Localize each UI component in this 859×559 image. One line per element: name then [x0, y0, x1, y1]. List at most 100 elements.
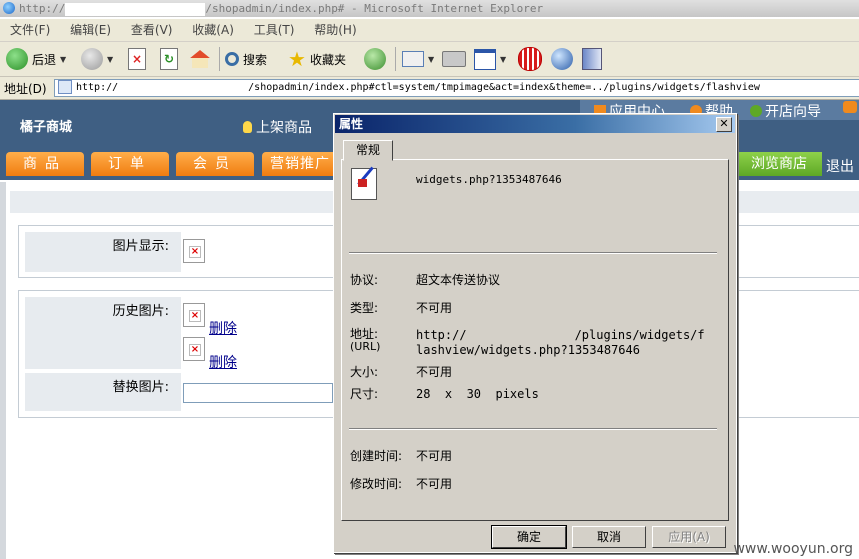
address-input[interactable]: http:// /shopadmin/index.php#ctl=system/t… — [54, 79, 859, 97]
toolbar: 后退 ▼ ▼ × ↻ 搜索 ★ 收藏夹 ▼ ▼ — [0, 42, 859, 77]
created-value: 不可用 — [416, 449, 453, 463]
favorites-label: 收藏夹 — [309, 52, 346, 67]
store-wizard-label: 开店向导 — [765, 104, 821, 120]
menu-file[interactable]: 文件(F) — [10, 19, 50, 41]
address-url-line1: http:// /plugins/widgets/f — [416, 328, 705, 342]
apply-button[interactable]: 应用(A) — [652, 526, 726, 548]
title-url-prefix: http:// — [19, 2, 66, 15]
properties-dialog: 属性 ✕ 常规 widgets.php?1353487646 协议: 超文本传送… — [333, 113, 737, 553]
refresh-icon: ↻ — [160, 48, 178, 70]
broken-image-icon: × — [189, 344, 201, 356]
message-icon — [843, 101, 857, 113]
message-link[interactable] — [843, 101, 857, 113]
forward-dropdown-icon[interactable]: ▼ — [107, 55, 113, 64]
print-button[interactable] — [442, 45, 466, 73]
nav-tab-marketing[interactable]: 营销推广 — [262, 152, 338, 176]
menu-tools[interactable]: 工具(T) — [254, 19, 295, 41]
replace-label-cell: 替换图片: — [25, 373, 181, 411]
nav-tab-orders[interactable]: 订单 — [91, 152, 169, 176]
browse-store-button[interactable]: 浏览商店 — [736, 152, 822, 176]
left-collapse-bar[interactable] — [0, 182, 6, 559]
title-url-suffix: /shopadmin/index.php# - Microsoft Intern… — [205, 2, 544, 15]
url-line1-prefix: http:// — [416, 328, 467, 342]
file-name: widgets.php?1353487646 — [416, 173, 562, 186]
forward-button[interactable]: ▼ — [81, 45, 113, 73]
history-button[interactable] — [364, 45, 386, 73]
history-icon — [364, 48, 386, 70]
mail-dropdown-icon[interactable]: ▼ — [428, 55, 434, 64]
nav-tab-members[interactable]: 会员 — [176, 152, 254, 176]
edit-button[interactable]: ▼ — [474, 45, 506, 73]
menu-bar: 文件(F) 编辑(E) 查看(V) 收藏(A) 工具(T) 帮助(H) — [0, 19, 859, 42]
search-button[interactable]: 搜索 — [225, 45, 267, 73]
history-image-2: × — [183, 337, 205, 361]
address-url-line2: lashview/widgets.php?1353487646 — [416, 343, 640, 357]
redacted-host — [118, 80, 249, 94]
upload-goods-label: 上架商品 — [256, 120, 312, 136]
watermark: www.wooyun.org — [733, 541, 853, 557]
broken-image-icon: × — [189, 246, 201, 258]
search-label: 搜索 — [243, 52, 268, 67]
divider — [349, 428, 717, 430]
logout-link[interactable]: 退出 — [826, 156, 854, 176]
ok-button[interactable]: 确定 — [491, 525, 567, 549]
size-value: 不可用 — [416, 365, 453, 379]
delete-history-2-link[interactable]: 删除 — [209, 352, 237, 372]
address-label: 地址(D) — [4, 82, 47, 96]
messenger-button[interactable] — [551, 45, 573, 73]
unicom-button[interactable] — [518, 45, 542, 73]
home-button[interactable] — [190, 45, 210, 73]
window-title-bar: http:// /shopadmin/index.php# - Microsoft… — [0, 0, 859, 17]
menu-help[interactable]: 帮助(H) — [314, 19, 356, 41]
favorites-button[interactable]: ★ 收藏夹 — [288, 45, 346, 73]
replace-image-label: 替换图片: — [112, 380, 169, 395]
image-display-label: 图片显示: — [112, 239, 169, 254]
ie-icon — [3, 2, 15, 14]
address-url-sublabel: (URL) — [350, 340, 381, 353]
protocol-label: 协议: — [350, 273, 379, 287]
dialog-title-bar[interactable]: 属性 ✕ — [335, 115, 735, 133]
redacted-host — [65, 2, 206, 16]
store-brand: 橘子商城 — [20, 120, 73, 135]
store-wizard-icon — [750, 105, 762, 117]
store-wizard-link[interactable]: 开店向导 — [750, 101, 821, 121]
tool-icon — [582, 48, 602, 70]
menu-view[interactable]: 查看(V) — [131, 19, 173, 41]
back-dropdown-icon[interactable]: ▼ — [60, 55, 66, 64]
address-url-suffix: /shopadmin/index.php#ctl=system/tmpimage… — [248, 82, 760, 93]
back-button[interactable]: 后退 ▼ — [6, 45, 66, 73]
favorites-star-icon: ★ — [288, 47, 306, 71]
refresh-button[interactable]: ↻ — [160, 45, 178, 73]
tab-general[interactable]: 常规 — [343, 140, 393, 161]
type-value: 不可用 — [416, 301, 453, 315]
modified-label: 修改时间: — [350, 477, 403, 491]
dimensions-label: 尺寸: — [350, 387, 379, 401]
replace-image-file-input[interactable] — [183, 383, 333, 403]
image-display-label-cell: 图片显示: — [25, 232, 181, 272]
tool-button[interactable] — [582, 45, 602, 73]
mail-icon — [402, 51, 424, 67]
protocol-value: 超文本传送协议 — [416, 273, 501, 287]
stop-button[interactable]: × — [128, 45, 146, 73]
back-arrow-icon — [6, 48, 28, 70]
toolbar-separator — [219, 47, 220, 71]
edit-icon — [474, 48, 496, 70]
upload-goods-link[interactable]: 上架商品 — [243, 117, 312, 137]
delete-history-1-link[interactable]: 删除 — [209, 318, 237, 338]
cancel-button[interactable]: 取消 — [572, 526, 646, 548]
mail-button[interactable]: ▼ — [402, 45, 434, 73]
menu-edit[interactable]: 编辑(E) — [70, 19, 111, 41]
lightbulb-icon — [243, 121, 252, 133]
address-bar: 地址(D) http:// /shopadmin/index.php#ctl=sy… — [0, 77, 859, 100]
edit-dropdown-icon[interactable]: ▼ — [500, 55, 506, 64]
history-image-1: × — [183, 303, 205, 327]
forward-arrow-icon — [81, 48, 103, 70]
nav-tab-goods[interactable]: 商品 — [6, 152, 84, 176]
close-icon[interactable]: ✕ — [716, 117, 732, 132]
history-image-label: 历史图片: — [112, 304, 169, 319]
menu-favorites[interactable]: 收藏(A) — [192, 19, 234, 41]
broken-image-icon: × — [189, 310, 201, 322]
dimensions-value: 28 x 30 pixels — [416, 387, 539, 401]
stop-icon: × — [128, 48, 146, 70]
back-label: 后退 — [32, 52, 57, 67]
